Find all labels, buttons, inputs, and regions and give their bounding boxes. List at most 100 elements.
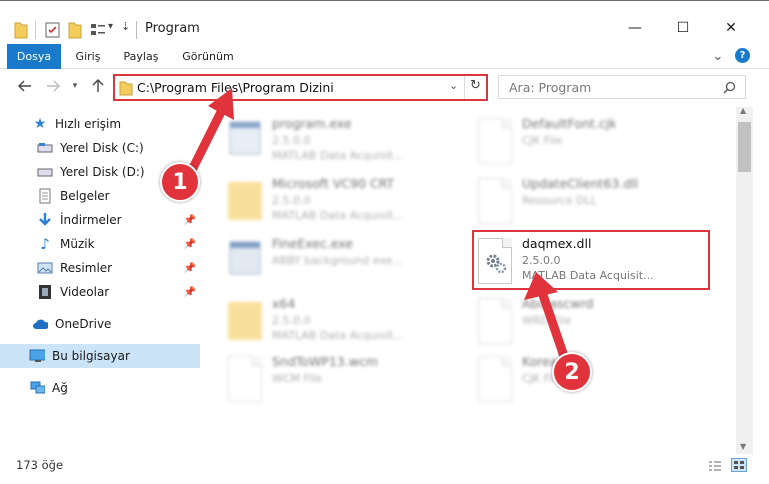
file-version: 2.5.0.0 (272, 134, 311, 147)
star-icon: ★ (33, 116, 47, 132)
file-description: ABBY background exe... (272, 254, 403, 267)
title-bar: ▾ ⇣ Program — ☐ ✕ (0, 0, 769, 40)
file-type: WCM File (272, 372, 322, 385)
music-icon: ♪ (40, 235, 50, 253)
up-arrow-icon (92, 79, 104, 92)
file-item[interactable]: UpdateClient63.dll Resource DLL (478, 176, 708, 232)
sidebar-item-onedrive[interactable]: OneDrive (0, 312, 200, 336)
sidebar-item-label: Resimler (60, 261, 113, 275)
minimize-button[interactable]: — (612, 15, 658, 41)
customize-toolbar-icon[interactable]: ⇣ (121, 20, 130, 33)
sidebar-item-disk-c[interactable]: Yerel Disk (C:) (0, 136, 200, 160)
file-name: UpdateClient63.dll (522, 176, 639, 191)
file-type: WRD File (522, 314, 571, 327)
back-arrow-icon (18, 80, 31, 92)
file-icon (478, 118, 512, 164)
file-version: 2.5.0.0 (272, 314, 311, 327)
sidebar-item-label: Yerel Disk (C:) (60, 141, 144, 155)
file-item[interactable]: x64 2.5.0.0 MATLAB Data Acquisit... (228, 296, 458, 352)
callout-badge-2: 2 (552, 352, 592, 392)
sidebar-item-quick-access[interactable]: ★ Hızlı erişim (0, 112, 200, 136)
highlight-box (472, 230, 710, 290)
file-item[interactable]: DefaultFont.cjk CJK File (478, 116, 708, 172)
file-item[interactable]: Microsoft VC90 CRT 2.5.0.0 MATLAB Data A… (228, 176, 458, 232)
drive-icon (37, 164, 53, 180)
properties-icon[interactable] (45, 22, 61, 38)
up-button[interactable] (89, 76, 107, 96)
pin-icon[interactable]: 📌 (184, 263, 196, 274)
pin-icon[interactable]: 📌 (184, 239, 196, 250)
sidebar-item-pictures[interactable]: Resimler 📌 (0, 256, 200, 280)
forward-button[interactable] (44, 76, 62, 96)
folder-icon (228, 182, 262, 220)
download-icon (37, 212, 53, 228)
sidebar-item-label: OneDrive (55, 317, 112, 331)
close-button[interactable]: ✕ (708, 15, 754, 41)
pin-icon[interactable]: 📌 (184, 215, 196, 226)
videos-icon (37, 284, 53, 300)
view-menu-icon[interactable] (90, 22, 106, 38)
file-name: SndToWP13.wcm (272, 354, 378, 369)
sidebar-item-network[interactable]: Ağ (0, 376, 200, 400)
pin-icon[interactable]: 📌 (184, 287, 196, 298)
documents-icon (37, 188, 53, 204)
file-icon (478, 298, 512, 344)
file-description: MATLAB Data Acquisit... (272, 329, 404, 342)
file-item[interactable]: FineExec.exe ABBY background exe... (228, 236, 458, 292)
new-folder-icon[interactable] (68, 21, 82, 39)
sidebar-item-music[interactable]: ♪ Müzik 📌 (0, 232, 200, 256)
file-name: Abc.ascwrd (522, 296, 594, 311)
file-icon (478, 356, 512, 402)
recent-locations-icon[interactable]: ▾ (66, 76, 84, 96)
item-count: 173 öğe (16, 458, 64, 472)
file-item[interactable]: Korean.cjk CJK File (478, 354, 708, 410)
search-icon[interactable] (723, 81, 736, 94)
pictures-icon (37, 260, 53, 276)
tab-share[interactable]: Paylaş (118, 44, 164, 69)
callout-badge-1: 1 (160, 162, 200, 202)
tab-view[interactable]: Görünüm (178, 44, 238, 69)
chevron-down-icon[interactable]: ▾ (108, 21, 113, 32)
address-dropdown-icon[interactable]: ⌄ (449, 79, 458, 92)
file-name: program.exe (272, 116, 352, 131)
tab-home[interactable]: Giriş (68, 44, 108, 69)
file-item[interactable]: program.exe 2.5.0.0 MATLAB Data Acquisit… (228, 116, 458, 172)
tab-file[interactable]: Dosya (7, 44, 61, 69)
large-icons-view-icon[interactable] (731, 458, 747, 472)
file-item[interactable]: SndToWP13.wcm WCM File (228, 354, 458, 410)
scrollbar-thumb[interactable] (738, 122, 751, 172)
file-name: FineExec.exe (272, 236, 353, 251)
sidebar-item-label: Bu bilgisayar (52, 349, 130, 363)
sidebar-item-this-pc[interactable]: Bu bilgisayar (0, 344, 200, 368)
sidebar-item-label: Yerel Disk (D:) (60, 165, 145, 179)
details-view-icon[interactable] (708, 460, 722, 472)
back-button[interactable] (16, 76, 34, 96)
sidebar-item-label: Videolar (60, 285, 110, 299)
sidebar-item-downloads[interactable]: İndirmeler 📌 (0, 208, 200, 232)
file-type: CJK File (522, 134, 563, 147)
network-icon (29, 380, 45, 396)
sidebar-item-label: Belgeler (60, 189, 110, 203)
drive-icon (37, 140, 53, 156)
title-separator (136, 21, 137, 39)
file-name: DefaultFont.cjk (522, 116, 617, 131)
search-box[interactable]: Ara: Program (498, 75, 746, 99)
sidebar-item-videos[interactable]: Videolar 📌 (0, 280, 200, 304)
help-icon[interactable]: ? (735, 48, 750, 63)
exe-icon (228, 118, 262, 164)
file-description: MATLAB Data Acquisit... (272, 149, 404, 162)
file-item[interactable]: Abc.ascwrd WRD File (478, 296, 708, 352)
ribbon-expand-icon[interactable]: ⌄ (710, 44, 726, 69)
file-description: MATLAB Data Acquisit... (272, 209, 404, 222)
sidebar-item-label: Hızlı erişim (55, 117, 122, 131)
refresh-icon[interactable]: ↻ (470, 78, 481, 93)
scroll-up-icon[interactable]: ▲ (740, 106, 746, 115)
dll-gear-icon (478, 178, 512, 224)
scroll-down-icon[interactable]: ▼ (740, 442, 746, 451)
address-bar[interactable]: C:\Program Files\Program Dizini ⌄ ↻ (113, 74, 488, 101)
address-path[interactable]: C:\Program Files\Program Dizini (137, 80, 334, 95)
maximize-button[interactable]: ☐ (660, 15, 706, 41)
search-input[interactable]: Ara: Program (509, 80, 591, 95)
file-type: Resource DLL (522, 194, 597, 207)
window-title: Program (145, 21, 200, 36)
